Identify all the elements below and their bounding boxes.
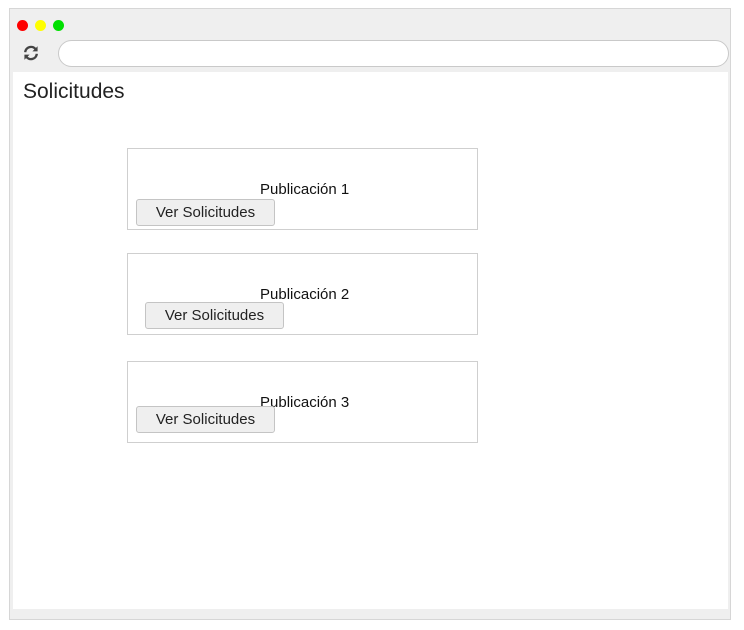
refresh-icon[interactable] (22, 44, 40, 62)
minimize-window-button[interactable] (35, 20, 46, 31)
publication-card: Publicación 3 Ver Solicitudes (127, 361, 478, 443)
publication-card: Publicación 1 Ver Solicitudes (127, 148, 478, 230)
maximize-window-button[interactable] (53, 20, 64, 31)
publication-title: Publicación 1 (260, 181, 350, 198)
publication-card: Publicación 2 Ver Solicitudes (127, 253, 478, 335)
publication-title: Publicación 2 (260, 286, 350, 303)
view-requests-button[interactable]: Ver Solicitudes (136, 406, 275, 433)
browser-window: Solicitudes Publicación 1 Ver Solicitude… (9, 8, 731, 620)
address-bar-input[interactable] (58, 40, 729, 67)
page-content: Solicitudes Publicación 1 Ver Solicitude… (13, 72, 728, 609)
page-title: Solicitudes (23, 80, 125, 103)
window-controls (17, 20, 64, 31)
close-window-button[interactable] (17, 20, 28, 31)
view-requests-button[interactable]: Ver Solicitudes (145, 302, 284, 329)
view-requests-button[interactable]: Ver Solicitudes (136, 199, 275, 226)
